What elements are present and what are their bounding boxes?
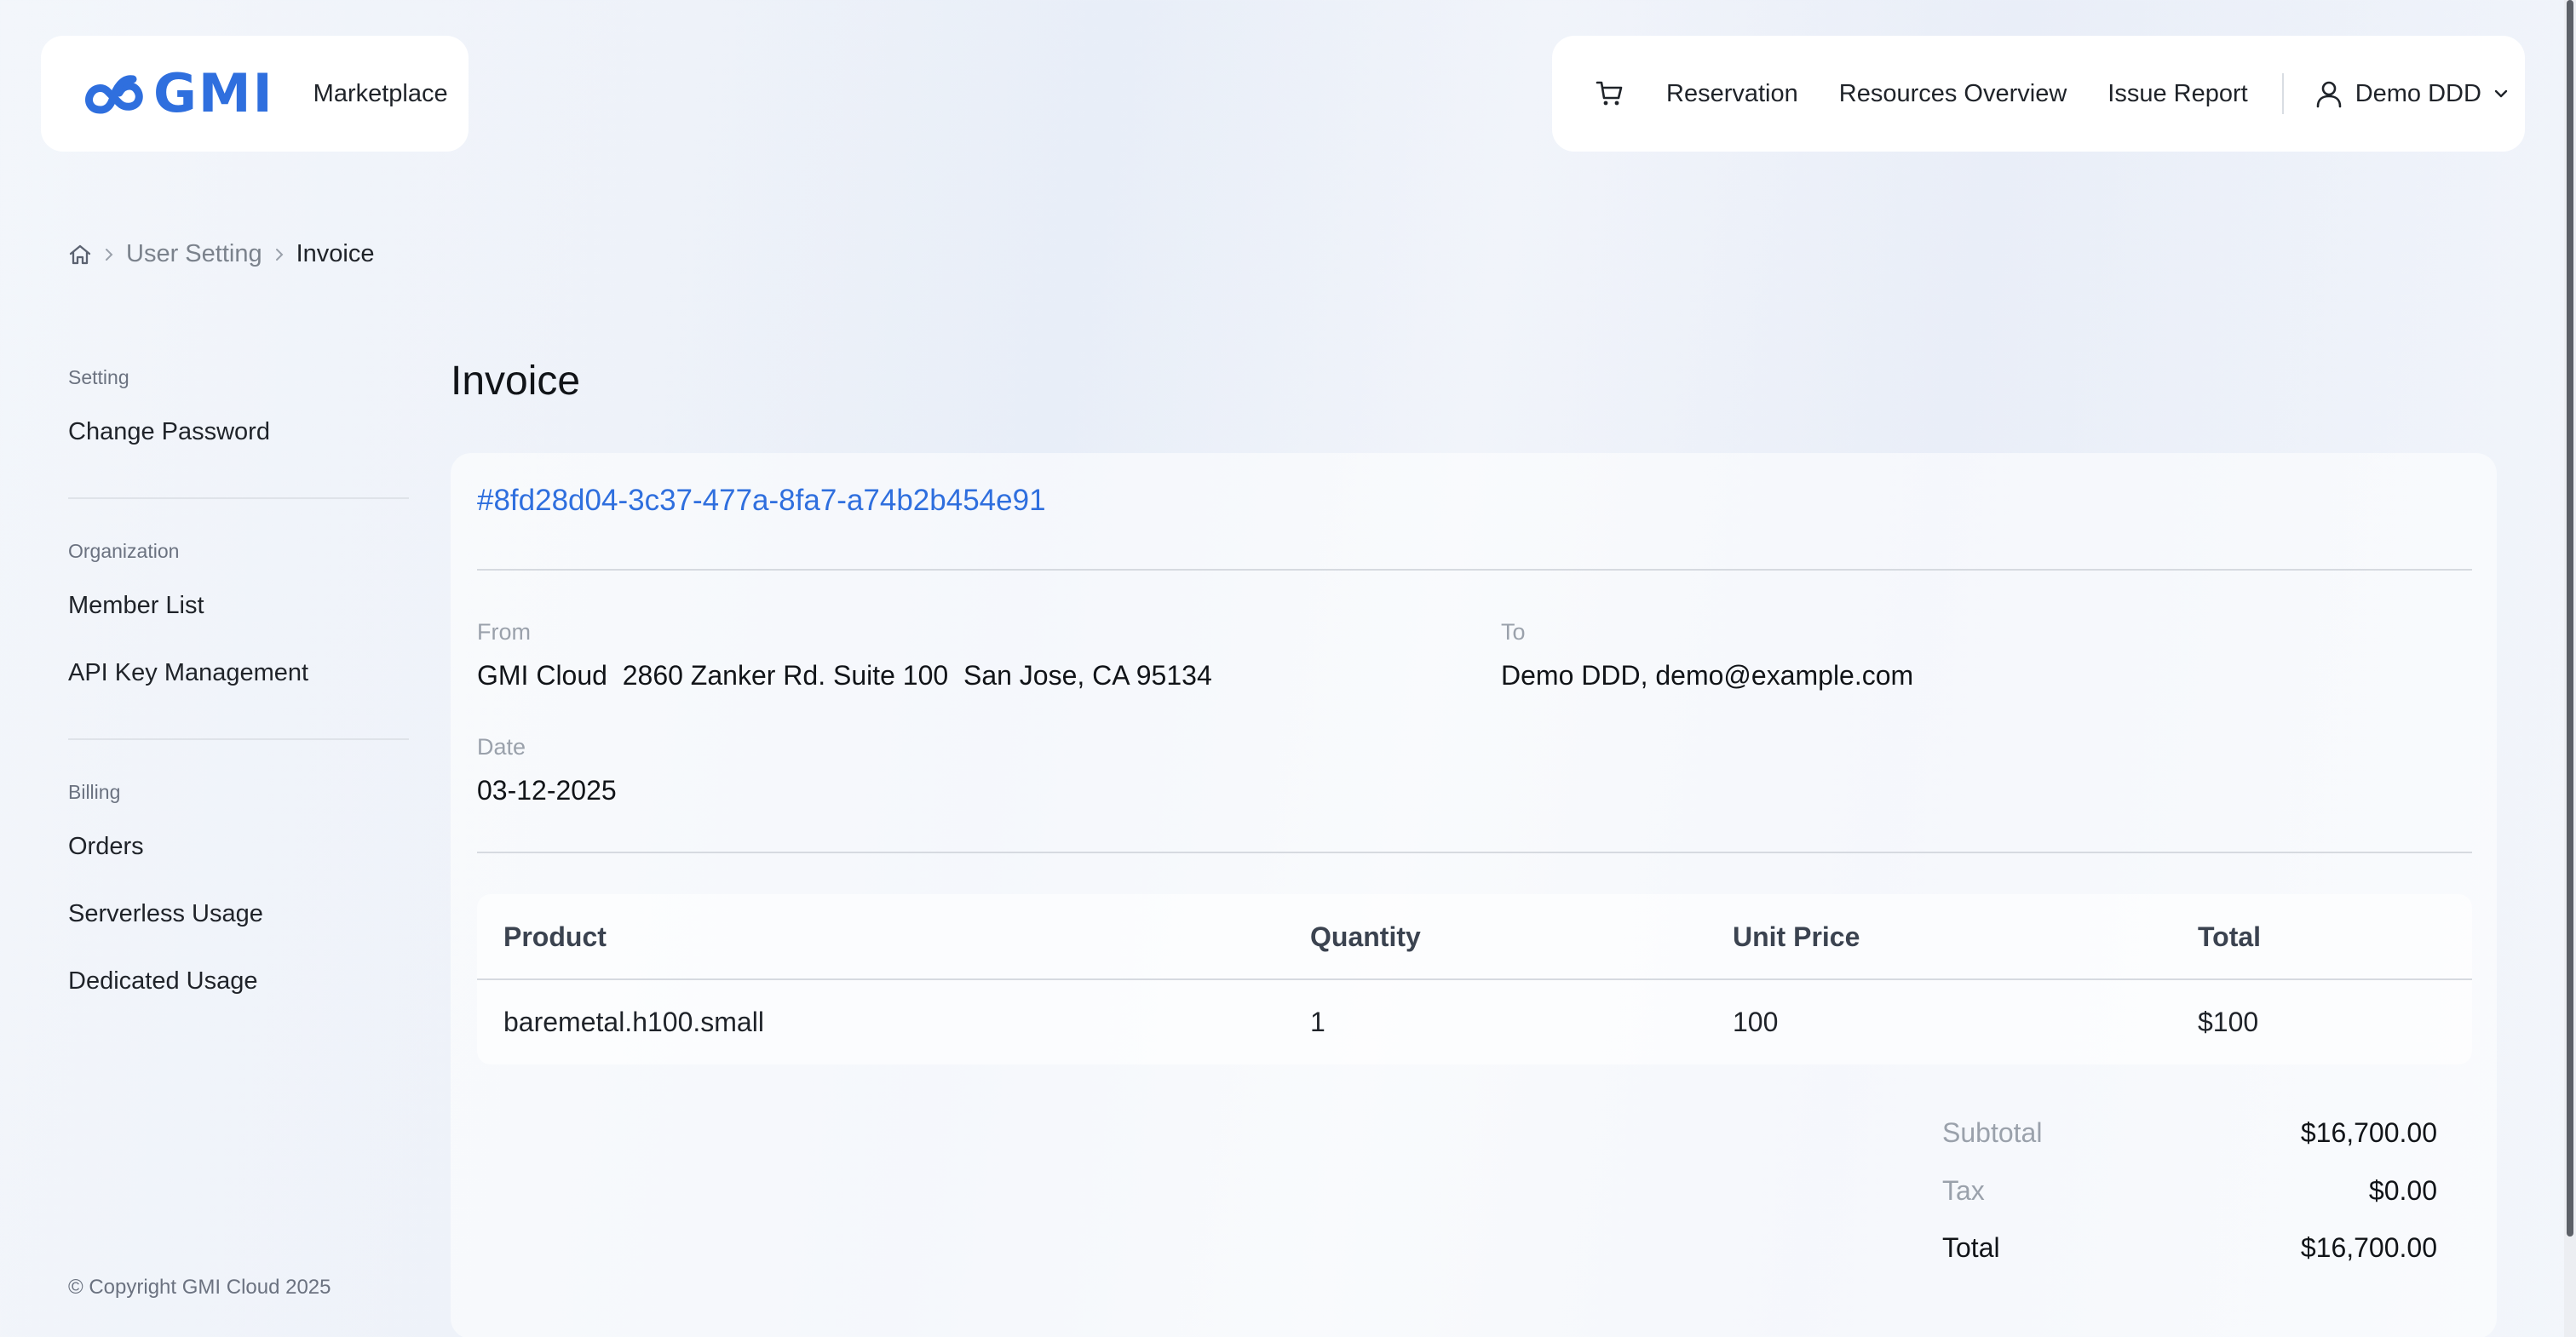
date-label: Date xyxy=(477,734,526,760)
sidebar-item-serverless-usage[interactable]: Serverless Usage xyxy=(68,900,409,928)
tax-value: $0.00 xyxy=(2368,1175,2437,1206)
cell-unit-price: 100 xyxy=(1733,1007,1779,1037)
page-scrollbar[interactable] xyxy=(2564,0,2576,1337)
marketplace-label[interactable]: Marketplace xyxy=(313,80,448,108)
subtotal-value: $16,700.00 xyxy=(2300,1117,2437,1148)
total-value: $16,700.00 xyxy=(2300,1232,2437,1263)
user-name: Demo DDD xyxy=(2355,79,2481,107)
table-header-unit-price: Unit Price xyxy=(1733,921,1860,952)
cell-total: $100 xyxy=(2198,1007,2259,1037)
table-header-quantity: Quantity xyxy=(1310,921,1421,952)
sidebar-section-organization: Organization xyxy=(68,540,180,562)
sidebar-divider xyxy=(68,738,409,740)
user-menu[interactable]: Demo DDD xyxy=(2314,79,2509,108)
sidebar-divider xyxy=(68,497,409,499)
top-nav: Reservation Resources Overview Issue Rep… xyxy=(1552,36,2525,152)
sidebar-section-setting: Setting xyxy=(68,366,129,388)
cart-button[interactable] xyxy=(1593,77,1627,111)
tax-label: Tax xyxy=(1942,1175,1985,1206)
subtotal-label: Subtotal xyxy=(1942,1117,2043,1148)
chevron-down-icon xyxy=(2494,89,2508,98)
divider xyxy=(477,852,2472,853)
invoice-card: #8fd28d04-3c37-477a-8fa7-a74b2b454e91 Fr… xyxy=(451,453,2497,1337)
to-label: To xyxy=(1501,619,1526,645)
gmi-logo[interactable]: GMI xyxy=(82,67,274,120)
home-icon[interactable] xyxy=(68,243,92,267)
breadcrumb: User Setting Invoice xyxy=(68,240,374,268)
table-header-product: Product xyxy=(503,921,607,952)
breadcrumb-invoice: Invoice xyxy=(296,240,375,267)
logo-text: GMI xyxy=(153,62,274,124)
sidebar-item-member-list[interactable]: Member List xyxy=(68,592,409,620)
table-divider xyxy=(477,978,2472,980)
nav-resources-overview[interactable]: Resources Overview xyxy=(1839,80,2067,108)
breadcrumb-separator xyxy=(104,247,114,262)
nav-reservation[interactable]: Reservation xyxy=(1666,80,1798,108)
divider xyxy=(477,569,2472,571)
breadcrumb-separator xyxy=(274,247,285,262)
to-value: Demo DDD, demo@example.com xyxy=(1501,660,1914,691)
invoice-id[interactable]: #8fd28d04-3c37-477a-8fa7-a74b2b454e91 xyxy=(477,484,1046,518)
from-label: From xyxy=(477,619,531,645)
cell-product: baremetal.h100.small xyxy=(503,1007,764,1037)
sidebar-item-dedicated-usage[interactable]: Dedicated Usage xyxy=(68,967,409,996)
total-label: Total xyxy=(1942,1232,2000,1263)
nav-divider xyxy=(2281,73,2284,114)
invoice-table: Product Quantity Unit Price Total bareme… xyxy=(477,894,2472,1064)
cell-quantity: 1 xyxy=(1310,1007,1325,1037)
from-value: GMI Cloud 2860 Zanker Rd. Suite 100 San … xyxy=(477,660,1212,691)
nav-issue-report[interactable]: Issue Report xyxy=(2107,80,2247,108)
sidebar-item-api-key-management[interactable]: API Key Management xyxy=(68,659,409,687)
table-header-total: Total xyxy=(2198,921,2262,952)
sidebar-item-orders[interactable]: Orders xyxy=(68,833,409,861)
scrollbar-thumb[interactable] xyxy=(2567,0,2573,1237)
breadcrumb-user-setting[interactable]: User Setting xyxy=(126,240,262,268)
brand-bar: GMI Marketplace xyxy=(41,36,469,152)
chevron-right-icon xyxy=(275,248,283,261)
chevron-right-icon xyxy=(106,248,113,261)
copyright: © Copyright GMI Cloud 2025 xyxy=(68,1276,331,1299)
cart-icon xyxy=(1596,81,1623,106)
sidebar-item-change-password[interactable]: Change Password xyxy=(68,418,409,446)
date-value: 03-12-2025 xyxy=(477,775,617,806)
sidebar: Setting Change Password Organization Mem… xyxy=(68,366,409,1035)
sidebar-section-billing: Billing xyxy=(68,781,121,803)
user-icon xyxy=(2316,81,2342,108)
page-title: Invoice xyxy=(451,359,581,404)
cloud-logo-icon xyxy=(85,75,143,114)
